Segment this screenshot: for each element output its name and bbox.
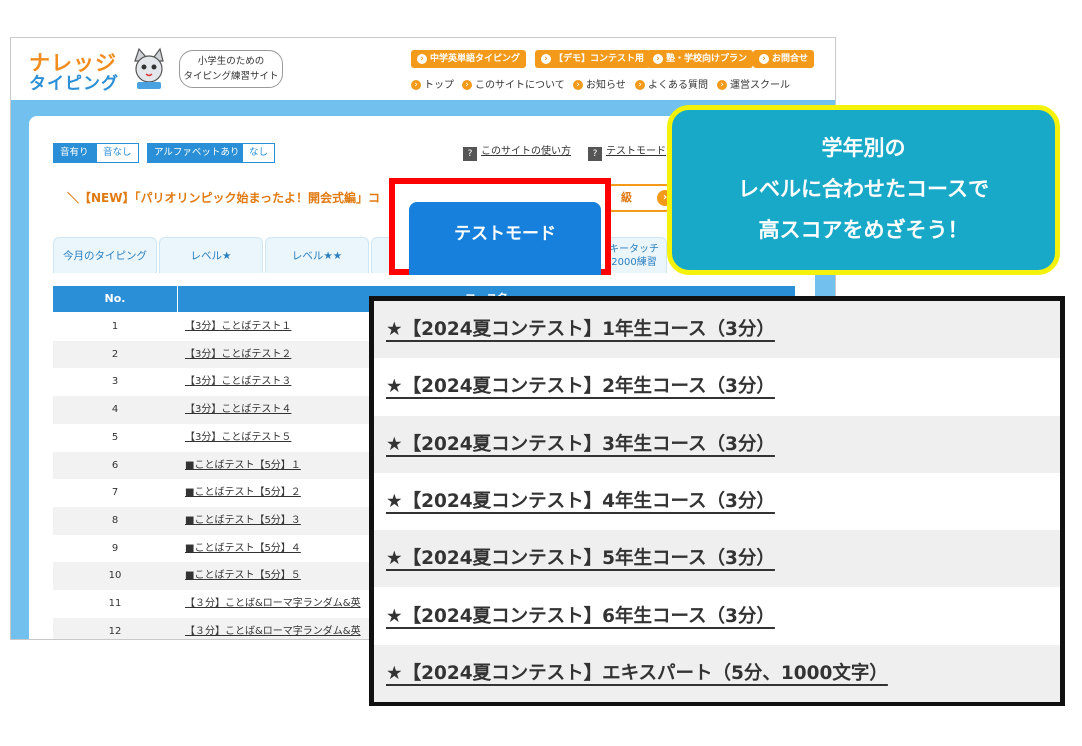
callout-line-3: 高スコアをめざそう！ [758,218,969,242]
site-logo[interactable]: ナレッジ タイピング [25,47,170,94]
course-link[interactable]: 【３分】ことば&ローマ字ランダム&英 [185,618,361,639]
logo-text-bottom: タイピング [29,74,119,94]
row-number: 2 [111,348,119,360]
list-item: ★【2024夏コンテスト】1年生コース（3分） [374,301,1060,359]
school-plan-button[interactable]: 塾・学校向けプラン [647,50,754,68]
question-icon: ? [588,147,602,161]
question-icon: ? [463,147,477,161]
row-number: 9 [111,542,119,554]
list-item: ★【2024夏コンテスト】4年生コース（3分） [374,473,1060,530]
callout-line-1: 学年別の [821,136,906,160]
contest-demo-button[interactable]: 【デモ】コンテスト用 [535,50,651,68]
news-banner[interactable]: ＼【NEW】「パリオリンピック始まったよ！開会式編」コ [67,189,380,206]
test-mode-tab[interactable]: テストモード [409,202,601,275]
header-no: No. [104,292,126,305]
course-link[interactable]: ■ことばテスト【5分】３ [185,507,301,534]
test-mode-highlight: テストモード [389,178,611,275]
alphabet-on-toggle[interactable]: アルファベットあり [147,143,247,163]
zoomed-course-list: ★【2024夏コンテスト】1年生コース（3分） ★【2024夏コンテスト】2年生… [369,296,1065,706]
nav-school[interactable]: 運営スクール [717,76,790,91]
how-to-use-label: このサイトの使い方 [481,146,571,157]
row-number: 3 [111,376,119,388]
course-link[interactable]: ★【2024夏コンテスト】3年生コース（3分） [386,430,775,456]
site-header: ナレッジ タイピング 小学生のための タイピング練習サイト 中学英単語タイピング… [11,38,835,100]
how-to-use-link[interactable]: ? このサイトの使い方 [463,142,571,161]
course-link[interactable]: ■ことばテスト【5分】５ [185,562,301,589]
row-number: 7 [111,487,119,499]
row-number: 4 [111,404,119,416]
nav-faq[interactable]: よくある質問 [635,76,708,91]
nav-about[interactable]: このサイトについて [462,76,565,91]
row-number: 12 [108,625,122,637]
row-number: 8 [111,514,119,526]
nav-news[interactable]: お知らせ [573,76,626,91]
tab-level-2[interactable]: レベル★★ [265,237,369,273]
nav-top[interactable]: トップ [411,76,454,91]
list-item: ★【2024夏コンテスト】6年生コース（3分） [374,588,1060,645]
tagline-line-1: 小学生のための [197,56,265,67]
contact-button[interactable]: お問合せ [753,50,815,68]
list-item: ★【2024夏コンテスト】5年生コース（3分） [374,530,1060,588]
course-link[interactable]: 【３分】ことば&ローマ字ランダム&英 [185,590,361,617]
test-mode-help-link[interactable]: ? テストモード [588,142,666,161]
site-tagline: 小学生のための タイピング練習サイト [179,50,283,88]
course-link[interactable]: ★【2024夏コンテスト】2年生コース（3分） [386,372,775,398]
tagline-line-2: タイピング練習サイト [183,71,279,82]
course-link[interactable]: 【3分】ことばテスト１ [185,313,291,340]
row-number: 6 [111,459,119,471]
course-link[interactable]: 【3分】ことばテスト２ [185,341,291,368]
course-link[interactable]: ★【2024夏コンテスト】1年生コース（3分） [386,315,775,341]
sound-on-toggle[interactable]: 音有り [53,143,96,163]
course-link[interactable]: ★【2024夏コンテスト】5年生コース（3分） [386,544,775,570]
level-pill-label: 級 [621,191,632,204]
alphabet-off-toggle[interactable]: なし [242,143,276,163]
course-link[interactable]: ■ことばテスト【5分】４ [185,535,301,562]
test-mode-help-label: テストモード [606,146,666,157]
sound-off-toggle[interactable]: 音なし [96,143,139,163]
course-link[interactable]: ★【2024夏コンテスト】4年生コース（3分） [386,487,775,513]
tab-level-1[interactable]: レベル★ [159,237,263,273]
cat-mascot-icon [134,47,164,89]
row-number: 10 [108,570,122,582]
list-item: ★【2024夏コンテスト】エキスパート（5分、1000文字） [374,644,1060,703]
course-link[interactable]: ■ことばテスト【5分】２ [185,479,301,506]
row-number: 1 [111,321,119,332]
tab-monthly-typing[interactable]: 今月のタイピング [53,237,157,273]
row-number: 5 [111,431,119,443]
course-link[interactable]: ★【2024夏コンテスト】エキスパート（5分、1000文字） [386,659,888,685]
course-link[interactable]: 【3分】ことばテスト３ [185,368,291,395]
callout-line-2: レベルに合わせたコースで [738,177,989,201]
list-item: ★【2024夏コンテスト】2年生コース（3分） [374,358,1060,415]
row-number: 11 [108,598,122,609]
course-link[interactable]: 【3分】ことばテスト５ [185,424,291,451]
course-link[interactable]: 【3分】ことばテスト４ [185,396,291,423]
jhs-english-typing-button[interactable]: 中学英単語タイピング [411,50,527,68]
course-link[interactable]: ★【2024夏コンテスト】6年生コース（3分） [386,602,775,628]
list-item: ★【2024夏コンテスト】3年生コース（3分） [374,415,1060,473]
course-link[interactable]: ■ことばテスト【5分】１ [185,452,301,479]
callout-bubble: 学年別の レベルに合わせたコースで 高スコアをめざそう！ [667,105,1060,275]
